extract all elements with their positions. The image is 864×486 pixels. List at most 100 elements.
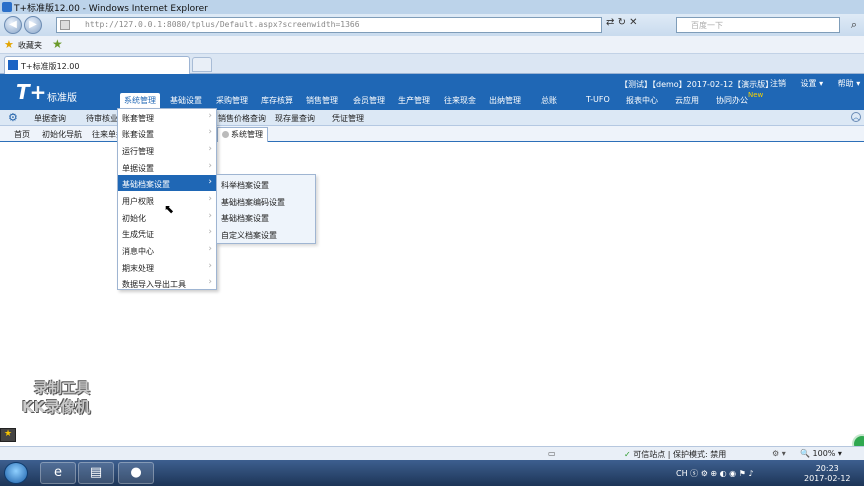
search-icon[interactable]: ⌕ [851,18,857,32]
menu-item-generate-voucher[interactable]: 生成凭证 › [118,225,216,241]
compat-view-icon[interactable]: ⇄ [606,17,614,28]
toolbar-item-stock-query[interactable]: 现存量查询 [275,113,315,124]
address-actions: ⇄ ↻ ✕ [606,17,638,28]
toolbar-item-price-query[interactable]: 销售价格查询 [218,113,266,124]
menu-item-label: 运行管理 [122,147,154,156]
collapse-up-icon[interactable]: ︿ [851,112,861,122]
browser-tab-strip: T+标准版12.00 [0,54,864,74]
favorites-star-icon[interactable]: ★ [4,38,14,51]
menu-ledger[interactable]: 总账 [541,95,557,106]
tab-system-management-label: 系统管理 [231,130,263,139]
logout-link[interactable]: 注销 [770,79,786,88]
address-toolbar: ◀ ▶ http://127.0.0.1:8080/tplus/Default.… [0,14,864,36]
app-header: T+ 标准版 【测试】【demo】2017-02-12【演示版】 注销 设置 ▾… [0,74,864,110]
mouse-cursor-icon: ⬉ [164,202,175,216]
system-clock[interactable]: 20:23 2017-02-12 [804,464,851,484]
window-title-bar: T+标准版12.00 - Windows Internet Explorer [0,0,864,14]
chevron-right-icon: › [208,261,212,271]
menu-production[interactable]: 生产管理 [398,95,430,106]
ime-indicator[interactable]: CH [676,469,688,478]
search-input[interactable]: 百度一下 ⌕ [676,17,857,33]
toolbar-item-voucher-query[interactable]: 单据查询 [34,113,66,124]
menu-item-document-settings[interactable]: 单据设置 › [118,159,216,175]
submenu-item-1[interactable]: 科举档案设置 [217,176,315,193]
menu-basic-settings[interactable]: 基础设置 [170,95,202,106]
chevron-right-icon: › [208,111,212,121]
watermark-line1: 录制工具 [34,381,90,397]
windows-taskbar: e ▤ ● CH ⓢ ⚙ ⊕ ◐ ◉ ⚑ ♪ 20:23 2017-02-12 [0,460,864,486]
chevron-right-icon: › [208,244,212,254]
back-button[interactable]: ◀ [4,16,22,34]
address-input[interactable]: http://127.0.0.1:8080/tplus/Default.aspx… [56,17,602,33]
refresh-icon[interactable]: ↻ [618,17,626,28]
tab-favicon-icon [8,60,18,70]
menu-sales[interactable]: 销售管理 [306,95,338,106]
tab-system-management[interactable]: 系统管理 [217,127,268,142]
menu-item-label: 生成凭证 [122,230,154,239]
menu-cashier[interactable]: 出纳管理 [489,95,521,106]
tab-init-nav[interactable]: 初始化导航 [42,129,82,140]
submenu-item-2[interactable]: 基础档案编码设置 [217,193,315,210]
menu-collab[interactable]: 协同办公 [716,95,748,106]
star-widget-button[interactable]: ★ [0,428,16,442]
menu-item-basic-archive-settings[interactable]: 基础档案设置 › [118,175,216,191]
browser-tab-title: T+标准版12.00 [21,62,80,71]
star-icon: ★ [3,429,13,439]
menu-purchase[interactable]: 采购管理 [216,95,248,106]
help-link[interactable]: 帮助 ▾ [838,79,861,88]
menu-cash[interactable]: 往来现金 [444,95,476,106]
toolbar-item-voucher-manage[interactable]: 凭证管理 [332,113,364,124]
tab-close-icon[interactable] [222,131,229,138]
menu-item-message-center[interactable]: 消息中心 › [118,242,216,258]
menu-reports[interactable]: 报表中心 [626,95,658,106]
user-info: 【测试】【demo】2017-02-12【演示版】 [620,80,774,89]
stop-icon[interactable]: ✕ [629,17,637,28]
watermark-line2: KK录像机 [22,398,91,416]
check-icon: ✓ [624,450,631,459]
address-url: http://127.0.0.1:8080/tplus/Default.aspx… [85,20,360,29]
submenu-item-3[interactable]: 基础档案设置 [217,209,315,226]
clock-date: 2017-02-12 [804,474,851,483]
submenu-item-4[interactable]: 自定义档案设置 [217,226,315,243]
zoom-value: 100% [812,449,836,458]
zoom-control[interactable]: 🔍 100% ▾ [800,449,842,458]
security-icon[interactable]: ⚙ ▾ [772,449,786,458]
menu-item-account-management[interactable]: 账套管理 › [118,109,216,125]
menu-item-period-end[interactable]: 期末处理 › [118,259,216,275]
menu-item-label: 初始化 [122,214,146,223]
status-divider: ▭ [548,449,556,458]
clock-time: 20:23 [815,464,839,473]
menu-item-label: 数据导入导出工具 [122,280,186,289]
recorder-taskbar-icon[interactable]: ● [118,462,154,484]
forward-button[interactable]: ▶ [24,16,42,34]
system-menu-dropdown: 账套管理 › 账套设置 › 运行管理 › 单据设置 › 基础档案设置 › 用户权限 › 初始… [117,108,217,290]
menu-inventory[interactable]: 库存核算 [261,95,293,106]
menu-item-run-management[interactable]: 运行管理 › [118,142,216,158]
menu-item-account-settings[interactable]: 账套设置 › [118,125,216,141]
menu-item-import-export[interactable]: 数据导入导出工具 › [118,275,216,291]
system-tray: CH ⓢ ⚙ ⊕ ◐ ◉ ⚑ ♪ [676,469,754,478]
chevron-right-icon: › [208,177,212,187]
new-tab-button[interactable] [192,57,212,72]
settings-link[interactable]: 设置 ▾ [801,79,824,88]
chevron-right-icon: › [208,127,212,137]
ie-taskbar-icon[interactable]: e [40,462,76,484]
menu-cloud[interactable]: 云应用 [675,95,699,106]
gear-icon[interactable]: ⚙ [8,111,18,124]
browser-tab[interactable]: T+标准版12.00 [4,56,190,74]
new-badge: New [748,91,764,99]
menu-member[interactable]: 会员管理 [353,95,385,106]
chevron-right-icon: › [208,161,212,171]
app-logo-sub: 标准版 [47,93,77,104]
menu-item-label: 账套设置 [122,130,154,139]
menu-tufo[interactable]: T-UFO [586,95,610,104]
basic-archive-submenu: 科举档案设置 基础档案编码设置 基础档案设置 自定义档案设置 [216,174,316,244]
menu-item-label: 期末处理 [122,264,154,273]
start-button[interactable] [4,462,28,484]
folder-taskbar-icon[interactable]: ▤ [78,462,114,484]
chevron-right-icon: › [208,144,212,154]
tab-home[interactable]: 首页 [14,129,30,140]
protected-mode-label: 保护模式: 禁用 [673,450,727,459]
favorites-label[interactable]: 收藏夹 [18,40,42,51]
add-favorite-icon[interactable]: ★ [52,37,63,51]
